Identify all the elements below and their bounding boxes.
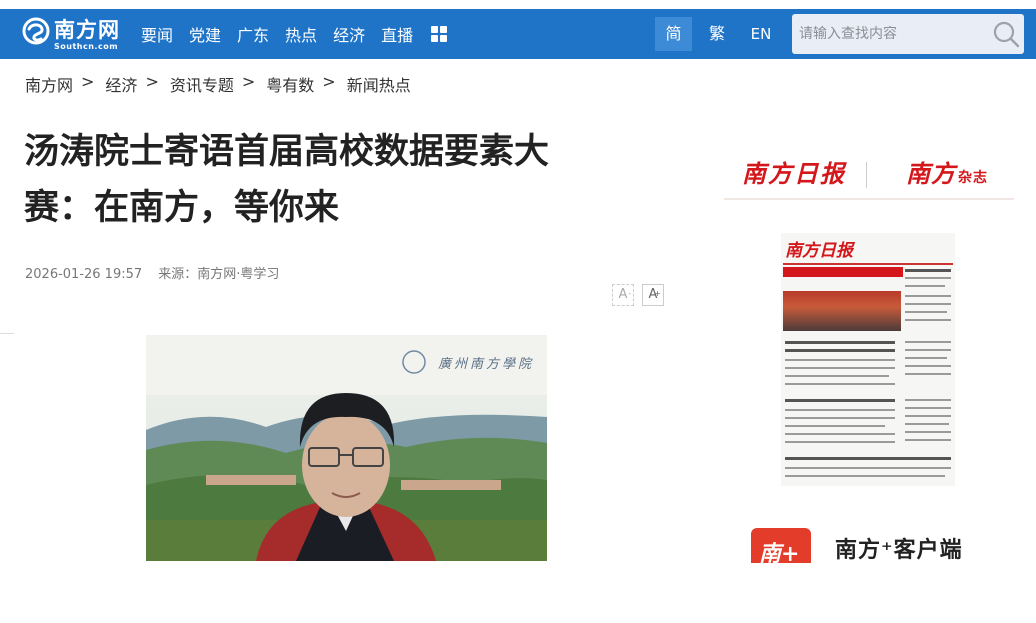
newspaper-headline-line [785, 341, 895, 344]
font-increase-button[interactable]: A + [642, 284, 664, 306]
newspaper-text-line [905, 319, 951, 321]
breadcrumb-item-home[interactable]: 南方网 [25, 72, 73, 96]
newspaper-text-line [785, 433, 895, 435]
site-logo[interactable]: 南方网 Southcn.com [22, 14, 128, 56]
newspaper-text-line [905, 285, 945, 287]
divider [0, 333, 14, 334]
search-icon[interactable] [993, 21, 1020, 48]
main-nav: 要闻 党建 广东 热点 经济 直播 [141, 9, 448, 59]
newspaper-text-line [785, 383, 895, 385]
article-source: 来源：南方网·粤学习 [158, 267, 280, 282]
newspaper-text-line [905, 269, 951, 272]
newspaper-text-line [905, 295, 951, 297]
newspaper-text-line [785, 467, 951, 469]
newspaper-text-line [905, 365, 951, 367]
nanfang-plus-app-link[interactable]: 南+ 南方⁺客户端 [751, 528, 1011, 563]
nav-item-hot[interactable]: 热点 [285, 22, 317, 46]
newspaper-text-line [785, 409, 895, 411]
nav-item-guangdong[interactable]: 广东 [237, 22, 269, 46]
newspaper-text-line [905, 423, 949, 425]
newspaper-text-line [905, 277, 951, 279]
logo-subtext: Southcn.com [54, 42, 119, 51]
breadcrumb: 南方网 > 经济 > 资讯专题 > 粤有数 > 新闻热点 [25, 72, 411, 96]
logo-swirl-icon [22, 17, 50, 45]
nav-item-economy[interactable]: 经济 [333, 22, 365, 46]
breadcrumb-item-yueyoushu[interactable]: 粤有数 [266, 72, 314, 96]
breadcrumb-separator: > [145, 72, 159, 91]
newspaper-text-line [785, 475, 945, 477]
breadcrumb-separator: > [81, 72, 95, 91]
newspaper-text-line [905, 311, 947, 313]
nanfang-daily-link[interactable]: 南方日报 [742, 154, 846, 189]
nav-item-live[interactable]: 直播 [381, 22, 413, 46]
lang-english-button[interactable]: EN [745, 17, 777, 51]
newspaper-masthead: 南方日报 [785, 241, 853, 261]
article-meta: 2026-01-26 19:57 来源：南方网·粤学习 [25, 263, 279, 282]
magazine-suffix: 杂志 [958, 170, 988, 186]
newspaper-text-line [785, 425, 885, 427]
newspaper-front-page[interactable]: 南方日报 [781, 233, 955, 486]
newspaper-rule [783, 263, 953, 265]
app-label: 南方⁺客户端 [835, 538, 963, 563]
newspaper-text-line [905, 341, 951, 343]
font-decrease-button[interactable]: A- [612, 284, 634, 306]
newspaper-text-line [785, 367, 895, 369]
nanfang-plus-app-icon: 南+ [751, 528, 811, 563]
magazine-name: 南方 [906, 159, 956, 188]
breadcrumb-item-economy[interactable]: 经济 [105, 72, 137, 96]
newspaper-headline-line [785, 399, 895, 402]
search-box [792, 14, 1024, 54]
newspaper-text-line [905, 349, 951, 351]
newspaper-text-line [905, 357, 947, 359]
article-date: 2026-01-26 19:57 [25, 267, 143, 282]
newspaper-headline-line [785, 349, 895, 352]
font-size-controls: A- A + [612, 284, 672, 306]
breadcrumb-item-hot-news[interactable]: 新闻热点 [347, 72, 411, 96]
lang-traditional-button[interactable]: 繁 [703, 17, 731, 51]
logo-text: 南方网 [54, 17, 120, 42]
paper-divider [866, 162, 867, 188]
article-title: 汤涛院士寄语首届高校数据要素大赛：在南方，等你来 [24, 132, 550, 228]
app-icon-text: 南+ [759, 541, 800, 563]
top-nav-bar: 南方网 Southcn.com 要闻 党建 广东 热点 经济 直播 简 繁 EN [0, 9, 1036, 59]
newspaper-text-line [905, 431, 951, 433]
breadcrumb-item-topics[interactable]: 资讯专题 [170, 72, 234, 96]
breadcrumb-separator: > [322, 72, 336, 91]
svg-text:廣州南方學院: 廣州南方學院 [438, 356, 534, 372]
newspaper-text-line [785, 375, 889, 377]
newspaper-text-line [905, 415, 951, 417]
newspaper-text-line [785, 417, 895, 419]
more-menu-grid-icon[interactable] [431, 26, 448, 42]
newspaper-links: 南方日报 南方 杂志 [724, 150, 1014, 200]
newspaper-text-line [905, 439, 951, 441]
newspaper-headline-line [785, 457, 951, 460]
newspaper-text-line [785, 441, 895, 443]
video-still-illustration: 廣州南方學院 [146, 335, 547, 561]
newspaper-text-line [785, 359, 895, 361]
newspaper-photo [783, 291, 901, 331]
font-decrease-label: A [618, 287, 628, 302]
article-image[interactable]: 廣州南方學院 [146, 335, 547, 561]
breadcrumb-separator: > [241, 72, 256, 91]
nav-item-party[interactable]: 党建 [189, 22, 221, 46]
search-input[interactable] [792, 14, 982, 54]
newspaper-text-line [905, 399, 951, 401]
nanfang-magazine-link[interactable]: 南方 杂志 [906, 154, 988, 189]
newspaper-red-band [783, 267, 903, 277]
nav-item-news[interactable]: 要闻 [141, 22, 173, 46]
newspaper-text-line [905, 407, 951, 409]
newspaper-text-line [905, 303, 951, 305]
newspaper-text-line [905, 373, 951, 375]
lang-simplified-button[interactable]: 简 [655, 17, 692, 51]
